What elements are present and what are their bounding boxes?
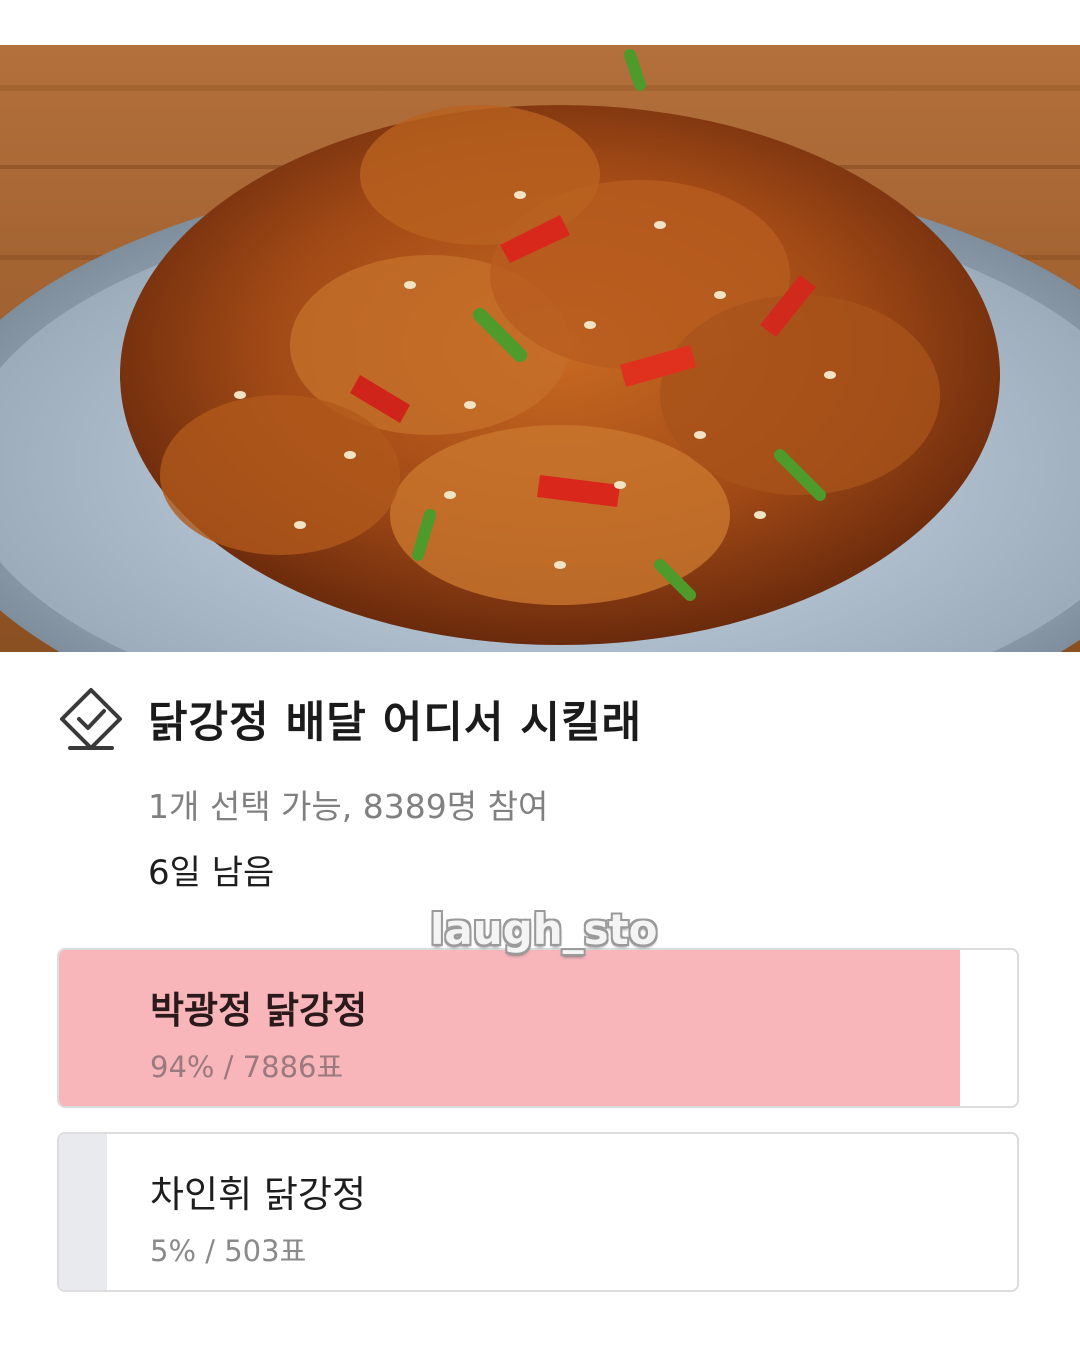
food-photo (0, 45, 1080, 652)
poll-option-2[interactable]: 차인휘 닭강정 5% / 503표 (57, 1132, 1019, 1292)
poll-header: 닭강정 배달 어디서 시킬래 (56, 684, 1016, 754)
option-label: 박광정 닭강정 (150, 989, 368, 1032)
poll-remaining: 6일 남음 (148, 853, 275, 893)
watermark: laugh_sto (430, 905, 658, 954)
option-stat: 5% / 503표 (150, 1234, 307, 1268)
dakgangjeong-photo (0, 45, 1080, 652)
option-2-result-bar (59, 1134, 107, 1290)
option-label: 차인휘 닭강정 (150, 1173, 367, 1216)
poll-option-1[interactable]: 박광정 닭강정 94% / 7886표 (57, 948, 1019, 1108)
poll-meta: 1개 선택 가능, 8389명 참여 (148, 787, 549, 826)
poll-check-icon (60, 688, 122, 750)
option-stat: 94% / 7886표 (150, 1050, 344, 1084)
poll-title: 닭강정 배달 어디서 시킬래 (148, 698, 643, 748)
